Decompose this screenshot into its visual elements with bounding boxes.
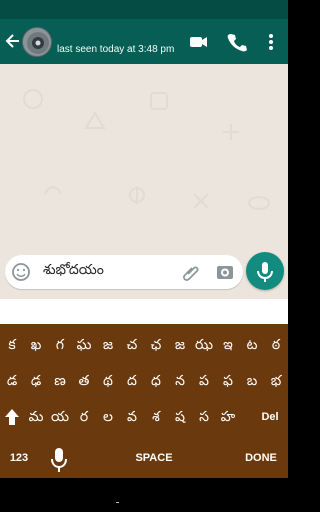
- keyboard-key[interactable]: ధ: [144, 363, 168, 399]
- wallpaper-doodle-icon: [150, 92, 168, 110]
- back-arrow-icon[interactable]: [4, 30, 22, 52]
- keyboard-key[interactable]: ణ: [48, 363, 72, 399]
- keyboard-key[interactable]: హ: [216, 399, 240, 435]
- keyboard-key[interactable]: గ: [48, 327, 72, 363]
- keyboard-key[interactable]: ఫ: [216, 363, 240, 399]
- wallpaper-doodle-icon: [129, 186, 145, 204]
- keyboard-key[interactable]: ష: [168, 399, 192, 435]
- keyboard-key[interactable]: క: [0, 327, 24, 363]
- voice-message-button[interactable]: [246, 252, 284, 290]
- keyboard-key[interactable]: భ: [264, 363, 288, 399]
- wallpaper-doodle-icon: [44, 186, 62, 195]
- keyboard-suggestion-strip: [0, 299, 288, 324]
- wallpaper-doodle-icon: [193, 193, 209, 209]
- avatar-image: [23, 28, 51, 56]
- wallpaper-doodle-icon: [248, 196, 270, 210]
- wallpaper-doodle-icon: [223, 124, 239, 140]
- wallpaper-doodle-icon: [23, 89, 43, 109]
- status-bar: [0, 0, 288, 19]
- phone-screen: last seen today at 3:48 pm శుభోదయం క ఖ గ…: [0, 0, 288, 512]
- keyboard-key[interactable]: బ: [240, 363, 264, 399]
- keyboard-key[interactable]: ప: [192, 363, 216, 399]
- camera-icon[interactable]: [215, 262, 235, 282]
- keyboard-key[interactable]: మ: [24, 399, 48, 435]
- shift-up-icon[interactable]: [0, 399, 24, 435]
- phone-call-icon[interactable]: [226, 31, 248, 53]
- keyboard-bottom-row: 123 SPACE DONE: [0, 439, 288, 477]
- keyboard-key[interactable]: ఇ: [216, 327, 240, 363]
- keyboard-key[interactable]: ద: [120, 363, 144, 399]
- video-call-icon[interactable]: [188, 31, 210, 53]
- keyboard-key[interactable]: జ: [96, 327, 120, 363]
- navigation-bar: [0, 478, 288, 512]
- telugu-keyboard: క ఖ గ ఘ జ చ ఛ జ ఝ ఇ ట ఠ డ ఢ ణ త థ ద ధ న …: [0, 324, 288, 478]
- delete-key[interactable]: Del: [252, 399, 288, 435]
- contact-avatar[interactable]: [22, 27, 52, 57]
- keyboard-key[interactable]: ఢ: [24, 363, 48, 399]
- last-seen-status[interactable]: last seen today at 3:48 pm: [57, 44, 174, 55]
- chat-header: last seen today at 3:48 pm: [0, 19, 288, 64]
- keyboard-row: డ ఢ ణ త థ ద ధ న ప ఫ బ భ: [0, 363, 288, 399]
- message-text[interactable]: శుభోదయం: [43, 262, 104, 281]
- paperclip-icon[interactable]: [181, 262, 201, 282]
- keyboard-key[interactable]: ఛ: [144, 327, 168, 363]
- keyboard-key[interactable]: శ: [144, 399, 168, 435]
- keyboard-row: మ య ర ల వ శ ష స హ Del: [0, 399, 288, 435]
- keyboard-key[interactable]: చ: [120, 327, 144, 363]
- keyboard-key[interactable]: డ: [0, 363, 24, 399]
- keyboard-key[interactable]: థ: [96, 363, 120, 399]
- done-key[interactable]: DONE: [238, 439, 284, 477]
- keyboard-key[interactable]: ర: [72, 399, 96, 435]
- keyboard-key[interactable]: ఖ: [24, 327, 48, 363]
- keyboard-key[interactable]: వ: [120, 399, 144, 435]
- keyboard-microphone-icon[interactable]: [45, 439, 73, 477]
- keyboard-key[interactable]: త: [72, 363, 96, 399]
- keyboard-key[interactable]: స: [192, 399, 216, 435]
- keyboard-row: క ఖ గ ఘ జ చ ఛ జ ఝ ఇ ట ఠ: [0, 327, 288, 363]
- navigation-handle-icon[interactable]: [116, 502, 119, 503]
- keyboard-key[interactable]: ఝ: [192, 327, 216, 363]
- keyboard-key[interactable]: న: [168, 363, 192, 399]
- keyboard-key[interactable]: య: [48, 399, 72, 435]
- keyboard-key[interactable]: ల: [96, 399, 120, 435]
- wallpaper-doodle-icon: [84, 111, 106, 129]
- keyboard-key[interactable]: ఘ: [72, 327, 96, 363]
- message-composer[interactable]: శుభోదయం: [5, 255, 243, 289]
- keyboard-key[interactable]: ట: [240, 327, 264, 363]
- microphone-icon: [257, 262, 273, 282]
- number-mode-key[interactable]: 123: [0, 439, 38, 477]
- emoji-icon[interactable]: [11, 262, 31, 282]
- more-vertical-icon[interactable]: [260, 31, 282, 53]
- keyboard-key[interactable]: ఠ: [264, 327, 288, 363]
- space-key[interactable]: SPACE: [112, 439, 196, 477]
- keyboard-key[interactable]: జ: [168, 327, 192, 363]
